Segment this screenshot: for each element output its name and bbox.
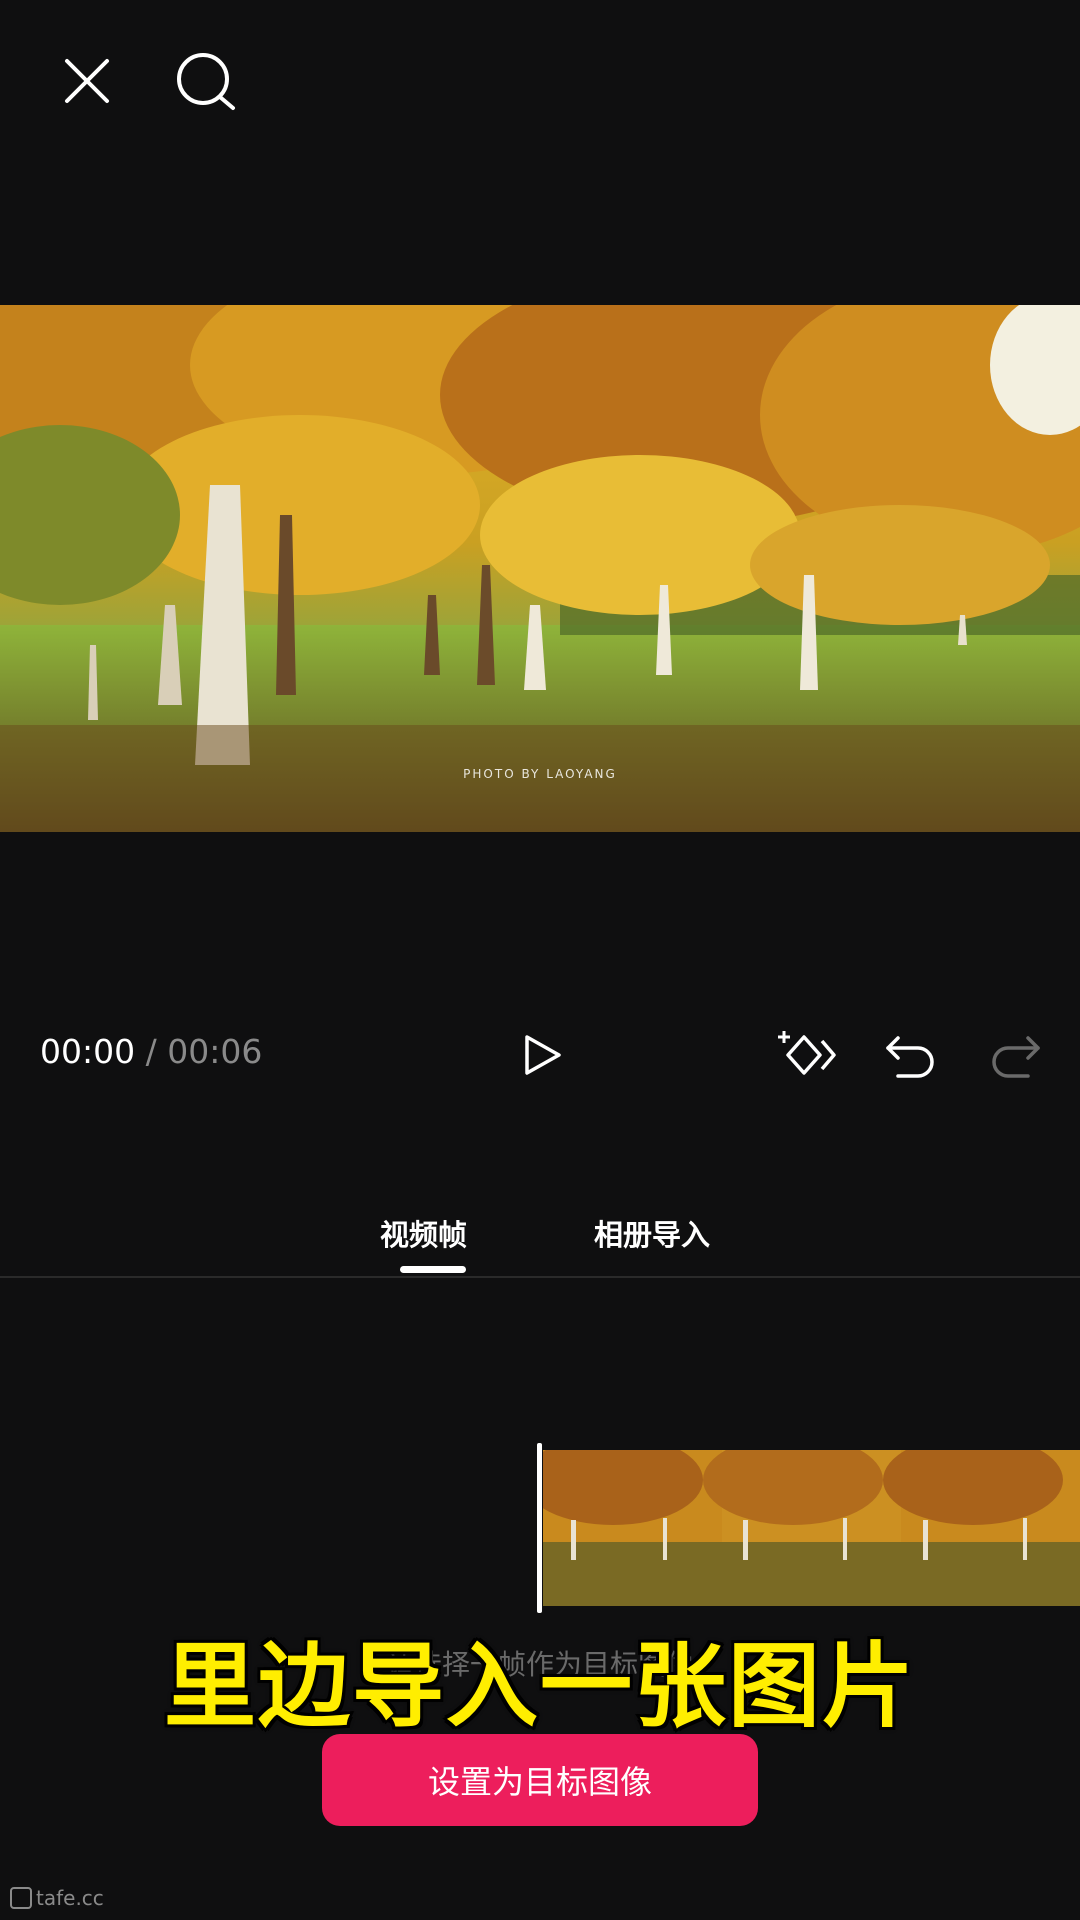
duration: 00:06 <box>167 1032 263 1071</box>
time-display: 00:00 / 00:06 <box>40 1032 262 1071</box>
frame-filmstrip[interactable] <box>543 1450 1080 1606</box>
frame-thumb-3 <box>883 1450 1080 1606</box>
video-caption: 里边导入一张图片 <box>161 1631 916 1743</box>
undo-button[interactable] <box>880 1024 942 1086</box>
brand-text: tafe.cc <box>36 1886 104 1910</box>
time-separator: / <box>145 1032 157 1071</box>
filmstrip-frames <box>543 1450 1080 1606</box>
tab-album-import[interactable]: 相册导入 <box>594 1212 710 1254</box>
frame-thumb-2 <box>703 1450 901 1606</box>
close-icon <box>65 59 109 103</box>
active-tab-indicator <box>400 1266 466 1273</box>
brand-watermark: tafe.cc <box>10 1886 104 1910</box>
close-button[interactable] <box>52 46 122 116</box>
search-button[interactable] <box>170 46 240 116</box>
keyframe-button[interactable] <box>776 1024 838 1086</box>
keyframe-add-icon <box>778 1031 836 1075</box>
video-preview: PHOTO BY LAOYANG <box>0 305 1080 832</box>
redo-button[interactable] <box>984 1024 1046 1086</box>
brand-logo-icon <box>10 1887 32 1909</box>
tab-video-frames[interactable]: 视频帧 <box>380 1212 467 1254</box>
photo-watermark: PHOTO BY LAOYANG <box>463 767 617 781</box>
play-icon <box>525 1035 561 1075</box>
source-tabs: 视频帧 相册导入 <box>0 1200 1080 1278</box>
undo-icon <box>886 1036 934 1078</box>
set-target-image-button[interactable]: 设置为目标图像 <box>322 1734 758 1826</box>
autumn-park-image <box>0 305 1080 832</box>
current-time: 00:00 <box>40 1032 136 1071</box>
playhead[interactable] <box>537 1443 542 1613</box>
play-button[interactable] <box>510 1024 572 1086</box>
redo-icon <box>992 1036 1040 1078</box>
frame-thumb-1 <box>543 1450 722 1606</box>
search-icon <box>177 53 235 110</box>
playback-controls: 00:00 / 00:06 <box>0 1010 1080 1100</box>
